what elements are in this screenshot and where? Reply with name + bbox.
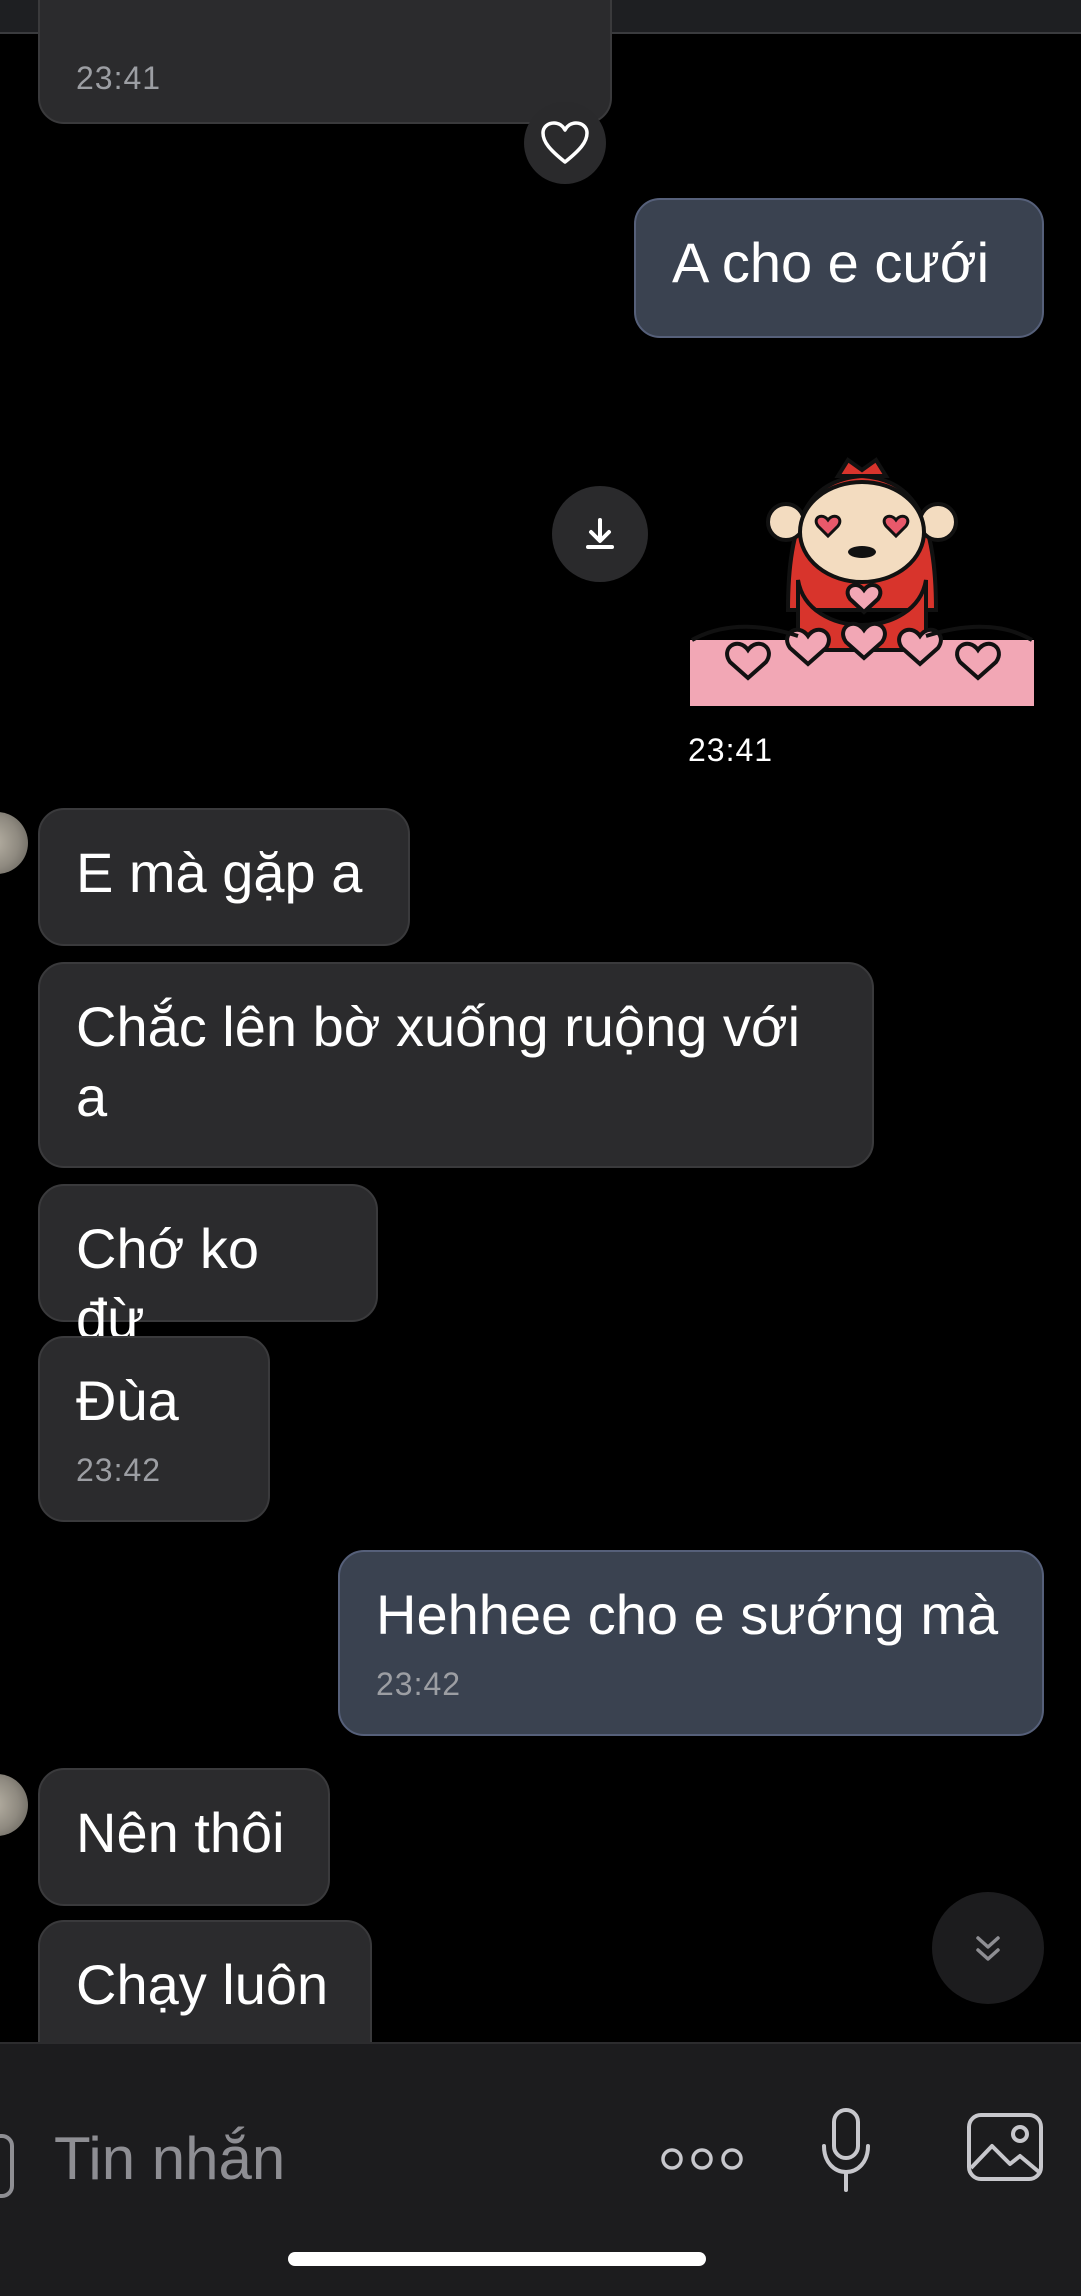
download-icon [586,518,614,549]
message-bubble-outgoing[interactable]: A cho e cưới [634,198,1044,338]
avatar[interactable] [0,1774,28,1836]
message-text: Chạy luôn [76,1953,329,2016]
download-button[interactable] [552,486,648,582]
message-bubble-incoming[interactable]: Đùa 23:42 [38,1336,270,1522]
heart-icon [541,121,589,164]
message-bubble-incoming[interactable]: Nên thôi [38,1768,330,1906]
message-bubble-incoming[interactable]: 23:41 [38,0,612,124]
message-time: 23:41 [76,60,162,96]
message-text: Chớ ko đừ [76,1217,260,1350]
sticker-art [690,457,1034,706]
message-text: E mà gặp a [76,841,363,904]
message-text: Hehhee cho e sướng mà [376,1583,999,1646]
microphone-icon[interactable] [818,2106,874,2194]
message-text: A cho e cưới [672,231,990,294]
message-time: 23:41 [688,732,774,768]
message-bubble-outgoing[interactable]: Hehhee cho e sướng mà 23:42 [338,1550,1044,1736]
message-bubble-incoming[interactable]: Chắc lên bờ xuống ruộng với a [38,962,874,1168]
message-input[interactable]: Tin nhắn [54,2124,285,2193]
message-text: Đùa [76,1369,179,1432]
message-text: Chắc lên bờ xuống ruộng với a [76,995,801,1128]
more-icon[interactable] [660,2144,744,2174]
scroll-to-bottom-button[interactable] [932,1892,1044,2004]
message-bubble-incoming[interactable]: Chớ ko đừ [38,1184,378,1350]
home-indicator[interactable] [288,2252,706,2266]
heart-reaction-button[interactable] [524,102,606,184]
message-bubble-incoming[interactable]: E mà gặp a [38,808,410,946]
attach-icon[interactable] [0,2134,14,2198]
double-chevron-down-icon [976,1936,1000,1961]
message-text: Nên thôi [76,1801,285,1864]
monkey-in-hearts-sticker[interactable] [688,440,1036,710]
message-time: 23:42 [376,1666,462,1702]
message-time: 23:42 [76,1452,162,1488]
avatar[interactable] [0,812,28,874]
image-icon[interactable] [966,2112,1044,2182]
